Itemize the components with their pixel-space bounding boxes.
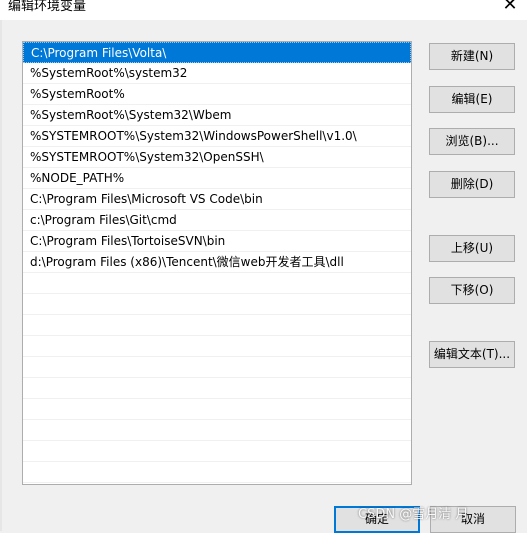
path-list[interactable]: C:\Program Files\Volta\ %SystemRoot%\sys… <box>22 41 412 485</box>
list-item-label: C:\Program Files\Microsoft VS Code\bin <box>30 192 263 206</box>
list-item-label: %SYSTEMROOT%\System32\WindowsPowerShell\… <box>30 129 357 143</box>
list-item-label: %SystemRoot%\system32 <box>30 66 188 80</box>
list-item[interactable]: C:\Program Files\Microsoft VS Code\bin <box>23 189 411 210</box>
edit-text-button[interactable]: 编辑文本(T)... <box>429 341 515 368</box>
move-up-button[interactable]: 上移(U) <box>429 235 515 262</box>
list-item-label: d:\Program Files (x86)\Tencent\微信web开发者工… <box>30 255 344 269</box>
list-item-label: %SystemRoot% <box>30 87 125 101</box>
list-item[interactable]: %SystemRoot%\system32 <box>23 63 411 84</box>
window-title: 编辑环境变量 <box>8 0 87 14</box>
close-icon[interactable]: ✕ <box>493 0 527 16</box>
delete-button[interactable]: 删除(D) <box>429 171 515 198</box>
empty-row[interactable] <box>23 378 411 399</box>
browse-button[interactable]: 浏览(B)... <box>429 128 515 155</box>
ok-button[interactable]: 确定 <box>334 506 420 533</box>
list-item[interactable]: %SYSTEMROOT%\System32\OpenSSH\ <box>23 147 411 168</box>
empty-row[interactable] <box>23 315 411 336</box>
list-item-label: c:\Program Files\Git\cmd <box>30 213 177 227</box>
empty-row[interactable] <box>23 357 411 378</box>
list-item[interactable]: d:\Program Files (x86)\Tencent\微信web开发者工… <box>23 252 411 273</box>
list-item-label: %SystemRoot%\System32\Wbem <box>30 108 232 122</box>
empty-row[interactable] <box>23 294 411 315</box>
window-edge <box>0 0 2 531</box>
list-item-label: %SYSTEMROOT%\System32\OpenSSH\ <box>30 150 264 164</box>
list-item-label: %NODE_PATH% <box>30 171 125 185</box>
list-item[interactable]: %SystemRoot%\System32\Wbem <box>23 105 411 126</box>
edit-button[interactable]: 编辑(E) <box>429 86 515 113</box>
move-down-button[interactable]: 下移(O) <box>429 277 515 304</box>
empty-row[interactable] <box>23 420 411 441</box>
list-item[interactable]: c:\Program Files\Git\cmd <box>23 210 411 231</box>
empty-row[interactable] <box>23 399 411 420</box>
empty-row[interactable] <box>23 441 411 462</box>
empty-row[interactable] <box>23 462 411 483</box>
list-item-label: C:\Program Files\Volta\ <box>31 46 167 60</box>
list-item[interactable]: C:\Program Files\Volta\ <box>23 42 411 63</box>
new-button[interactable]: 新建(N) <box>429 43 515 70</box>
list-item[interactable]: %SystemRoot% <box>23 84 411 105</box>
list-item-label: C:\Program Files\TortoiseSVN\bin <box>30 234 226 248</box>
empty-row[interactable] <box>23 336 411 357</box>
list-item[interactable]: %SYSTEMROOT%\System32\WindowsPowerShell\… <box>23 126 411 147</box>
list-item[interactable]: C:\Program Files\TortoiseSVN\bin <box>23 231 411 252</box>
title-bar: 编辑环境变量 ✕ <box>0 0 527 20</box>
empty-row[interactable] <box>23 273 411 294</box>
cancel-button[interactable]: 取消 <box>430 506 516 533</box>
list-item[interactable]: %NODE_PATH% <box>23 168 411 189</box>
